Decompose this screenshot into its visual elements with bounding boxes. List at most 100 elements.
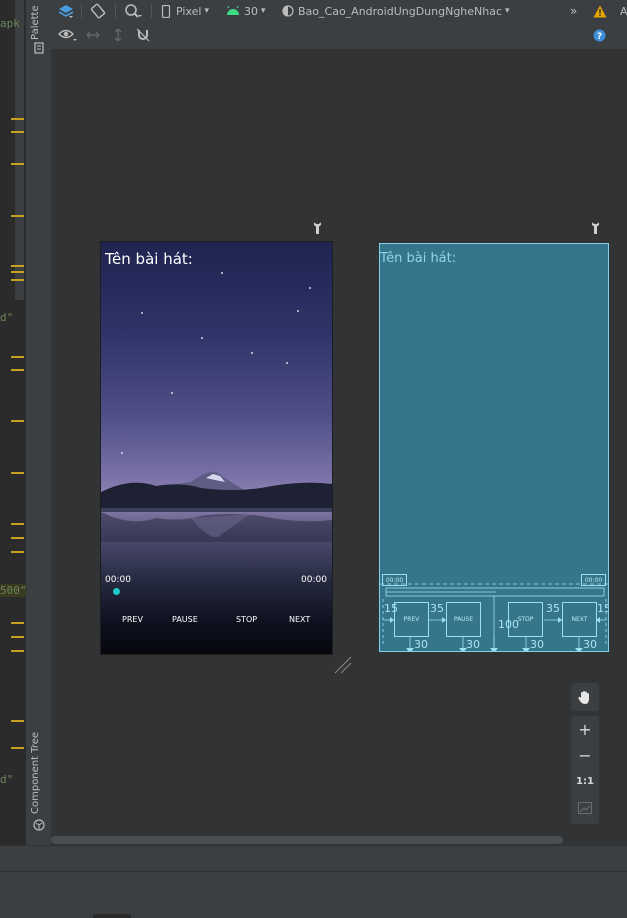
- expand-vertical-icon[interactable]: [111, 27, 125, 43]
- phone-icon: [161, 4, 171, 18]
- actual-size-button[interactable]: 1:1: [571, 776, 599, 787]
- pause-button[interactable]: PAUSE: [172, 615, 198, 624]
- zoom-out-button[interactable]: −: [571, 746, 599, 765]
- wrench-icon[interactable]: [589, 221, 602, 235]
- gutter-scrollbar[interactable]: [15, 0, 24, 300]
- resize-handle-icon[interactable]: [333, 655, 353, 675]
- margin-label: 30: [583, 638, 597, 651]
- layout-editor-toolbar: Pixel ▾ 30 ▾ Bao_Cao_AndroidUngDungNgheN…: [51, 0, 627, 22]
- hand-icon: [578, 691, 589, 704]
- help-icon[interactable]: ?: [592, 28, 606, 42]
- gutter-marker: [11, 271, 24, 273]
- gutter-marker: [11, 369, 24, 371]
- device-selector[interactable]: Pixel ▾: [161, 0, 209, 22]
- gutter-marker: [11, 420, 24, 422]
- blueprint-preview[interactable]: Tên bài hát: 00:00 00:00 PREV PAUSE STOP…: [379, 243, 609, 652]
- theme-label: Bao_Cao_AndroidUngDungNgheNhac: [298, 4, 503, 18]
- gutter-marker: [11, 472, 24, 474]
- stop-button[interactable]: STOP: [236, 615, 257, 624]
- toolbar-overflow-button[interactable]: »: [570, 0, 577, 22]
- bottom-tool-bar: [0, 845, 627, 872]
- background-image: [101, 242, 332, 654]
- gutter-marker: [11, 622, 24, 624]
- horizontal-scrollbar[interactable]: [51, 836, 563, 844]
- eye-icon[interactable]: [57, 27, 79, 43]
- toolbar-separator: [115, 4, 116, 18]
- android-icon: [227, 6, 239, 15]
- rotate-icon[interactable]: [89, 2, 107, 20]
- status-bar: [0, 871, 627, 918]
- code-fragment: apk: [0, 17, 20, 30]
- song-title-outline[interactable]: Tên bài hát:: [380, 251, 456, 266]
- warning-icon[interactable]: [592, 3, 608, 19]
- margin-label: 35: [430, 602, 444, 615]
- stop-button-outline-label: STOP: [517, 616, 534, 623]
- pause-button-outline[interactable]: PAUSE: [446, 602, 481, 637]
- prev-button-outline[interactable]: PREV: [394, 602, 429, 637]
- chevron-down-icon: ▾: [261, 6, 266, 16]
- gutter-marker: [11, 279, 24, 281]
- margin-label: 30: [414, 638, 428, 651]
- zoom-controls: + − 1:1: [571, 716, 599, 824]
- gutter-marker: [11, 523, 24, 525]
- zoom-in-button[interactable]: +: [571, 720, 599, 739]
- wrench-icon[interactable]: [311, 221, 324, 235]
- song-title-label: Tên bài hát:: [105, 250, 193, 268]
- gutter-marker: [11, 636, 24, 638]
- gutter-marker: [11, 551, 24, 553]
- gutter-marker: [11, 650, 24, 652]
- margin-label: 30: [466, 638, 480, 651]
- seekbar-thumb[interactable]: [113, 588, 120, 595]
- device-label: Pixel: [176, 4, 202, 18]
- code-fragment: 500": [0, 584, 26, 597]
- code-editor-gutter: apk d" 500" d": [0, 0, 26, 845]
- next-button[interactable]: NEXT: [289, 615, 310, 624]
- chevron-down-icon: ▾: [204, 6, 209, 16]
- gutter-marker: [11, 747, 24, 749]
- gutter-marker: [11, 265, 24, 267]
- gutter-marker: [11, 356, 24, 358]
- current-time-label: 00:00: [105, 575, 131, 585]
- gutter-marker: [11, 118, 24, 120]
- margin-label: 100: [498, 618, 519, 631]
- zoom-to-fit-icon[interactable]: [578, 802, 592, 814]
- expand-horizontal-icon[interactable]: [85, 27, 101, 43]
- gutter-marker: [11, 163, 24, 165]
- pause-button-outline-label: PAUSE: [453, 616, 474, 623]
- component-tree-tab[interactable]: Component Tree: [30, 732, 41, 814]
- toolbar-separator: [151, 4, 152, 18]
- pan-button[interactable]: [571, 683, 599, 711]
- toolbar-overflow-trailing: A: [620, 4, 627, 18]
- view-options-toolbar: ?: [51, 22, 627, 50]
- api-level-label: 30: [244, 4, 258, 18]
- palette-icon: [34, 42, 44, 54]
- status-bar-tab[interactable]: [93, 914, 131, 918]
- theme-selector[interactable]: Bao_Cao_AndroidUngDungNgheNhac ▾: [282, 0, 510, 22]
- toolbar-separator: [81, 4, 82, 18]
- margin-label: 15: [384, 602, 398, 615]
- gutter-marker: [11, 720, 24, 722]
- code-fragment: d": [0, 773, 14, 786]
- component-tree-icon: [33, 819, 45, 831]
- next-button-outline[interactable]: NEXT: [562, 602, 597, 637]
- prev-button-outline-label: PREV: [403, 616, 420, 623]
- design-preview[interactable]: Tên bài hát: 00:00 00:00 PREV PAUSE STOP…: [100, 241, 333, 655]
- gutter-marker: [11, 215, 24, 217]
- palette-tab[interactable]: Palette: [30, 5, 41, 40]
- margin-label: 35: [546, 602, 560, 615]
- globe-icon: [282, 5, 294, 17]
- margin-label: 15: [597, 602, 608, 615]
- api-level-selector[interactable]: 30 ▾: [226, 0, 266, 22]
- side-tool-strip: Palette Component Tree: [26, 0, 52, 845]
- svg-text:?: ?: [596, 32, 601, 42]
- margin-label: 30: [530, 638, 544, 651]
- layers-icon[interactable]: [57, 2, 75, 20]
- total-time-label: 00:00: [301, 575, 327, 585]
- code-fragment: d": [0, 311, 14, 324]
- gutter-marker: [11, 537, 24, 539]
- magnifier-icon[interactable]: [123, 2, 143, 20]
- magnet-icon[interactable]: [135, 27, 151, 43]
- gutter-marker: [11, 131, 24, 133]
- next-button-outline-label: NEXT: [571, 616, 588, 623]
- prev-button[interactable]: PREV: [122, 615, 143, 624]
